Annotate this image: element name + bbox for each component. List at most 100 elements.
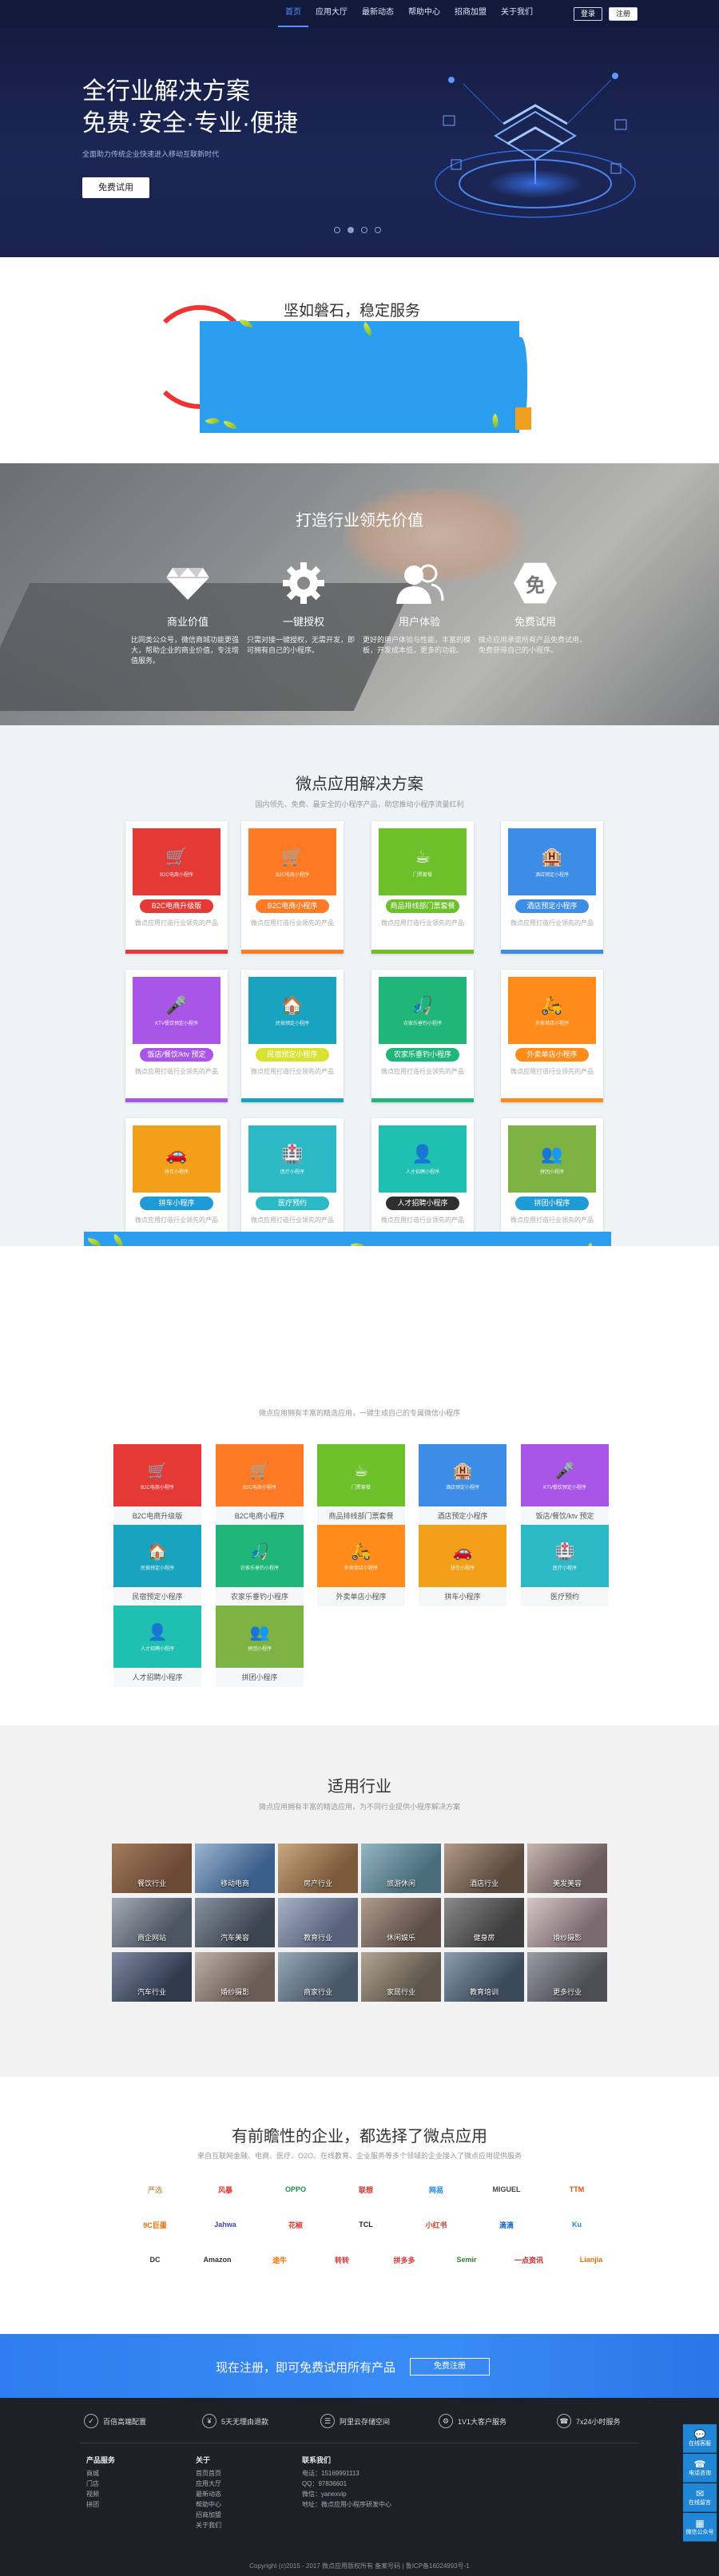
mini-app-card[interactable]: 🎣 农家乐垂钓小程序 农家乐垂钓小程序 [216, 1525, 304, 1606]
industry-label: 美发美容 [552, 1879, 582, 1887]
solution-card[interactable]: 🛵 外卖单店小程序 外卖单店小程序 微点应用打造行业领先的产品 [501, 970, 603, 1102]
mini-app-card[interactable]: 🏥 医疗小程序 医疗预约 [521, 1525, 609, 1606]
free-trial-button[interactable]: 免费试用 [82, 177, 149, 198]
industry-tile[interactable]: 休闲娱乐 [361, 1898, 441, 1947]
industry-tile[interactable]: 更多行业 [527, 1952, 607, 2002]
mini-app-image-caption: KTV餐饮预定小程序 [543, 1485, 586, 1490]
industry-label: 休闲娱乐 [386, 1934, 415, 1942]
industry-tile[interactable]: 美发美容 [527, 1844, 607, 1893]
industry-label: 教育行业 [303, 1934, 332, 1942]
nav-about[interactable]: 关于我们 [494, 0, 540, 27]
mini-app-card[interactable]: 🚗 拼车小程序 拼车小程序 [419, 1525, 506, 1606]
solution-card[interactable]: 🎤 KTV餐饮预定小程序 饭店/餐饮/ktv 预定 微点应用打造行业领先的产品 [125, 970, 228, 1102]
footer-link[interactable]: 首页首页 [196, 2468, 221, 2479]
card-label: B2C电商升级版 [140, 899, 213, 913]
mini-app-image-caption: 人才招聘小程序 [140, 1646, 174, 1652]
register-button[interactable]: 注册 [609, 7, 638, 21]
nav-help[interactable]: 帮助中心 [401, 0, 447, 27]
carousel-dot-active[interactable] [348, 227, 354, 233]
side-toolbar-icon: ▦ [695, 2517, 705, 2529]
industry-label: 移动电商 [220, 1879, 249, 1887]
footer-col-title: 产品服务 [86, 2456, 116, 2464]
card-image: 🛒 B2C电商小程序 [248, 828, 336, 895]
footer-link[interactable]: 应用大厅 [196, 2479, 221, 2489]
nav-news[interactable]: 最新动态 [355, 0, 401, 27]
industry-label: 汽车美容 [220, 1934, 249, 1942]
mini-app-card[interactable]: 🏠 民宿预定小程序 民宿预定小程序 [113, 1525, 201, 1606]
mini-app-card[interactable]: 👤 人才招聘小程序 人才招聘小程序 [113, 1606, 201, 1687]
login-button[interactable]: 登录 [574, 7, 603, 21]
mini-app-glyph-icon: 🛒 [249, 1462, 270, 1480]
card-image-caption: KTV餐饮预定小程序 [155, 1021, 198, 1026]
mini-app-card[interactable]: 🛒 B2C电商小程序 B2C电商升级版 [113, 1444, 201, 1526]
mini-app-label: 拼团小程序 [216, 1668, 304, 1687]
card-image: 🛵 外卖单店小程序 [508, 977, 596, 1044]
footer-link[interactable]: 关于我们 [196, 2520, 221, 2530]
users-icon [394, 558, 445, 609]
solution-card[interactable]: 🏠 民宿预定小程序 民宿预定小程序 微点应用打造行业领先的产品 [241, 970, 344, 1102]
side-toolbar-button[interactable]: ☎ 电话咨询 [683, 2454, 717, 2483]
side-toolbar-icon: ✉ [695, 2487, 705, 2499]
footer-link[interactable]: 招商加盟 [196, 2510, 221, 2520]
solution-card[interactable]: 🛒 B2C电商小程序 B2C电商升级版 微点应用打造行业领先的产品 [125, 821, 228, 954]
value-item-desc: 比同类公众号，微信商城功能更强大，帮助企业的商业价值，专注增值服务。 [131, 636, 240, 665]
industries-title: 适用行业 [328, 1778, 391, 1796]
industry-tile[interactable]: 汽车美容 [195, 1898, 275, 1947]
mini-app-card[interactable]: 🏨 酒店预定小程序 酒店预定小程序 [419, 1444, 506, 1526]
industry-tile[interactable]: 婚纱摄影 [195, 1952, 275, 2002]
industry-tile[interactable]: 婚纱摄影 [527, 1898, 607, 1947]
side-toolbar-button[interactable]: 💬 在线客服 [683, 2424, 717, 2453]
nav-home[interactable]: 首页 [278, 0, 308, 27]
carousel-dot[interactable] [375, 227, 381, 233]
footer-feature-text: 7x24小时服务 [576, 2417, 621, 2426]
side-toolbar-button[interactable]: ▦ 微信公众号 [683, 2513, 717, 2542]
value-item-ux: 用户体验 更好的用户体验与性能，丰富的模板，开发成本低，更多的功能。 [360, 558, 479, 656]
industry-tile[interactable]: 家居行业 [361, 1952, 441, 2002]
decor-orange-block [515, 407, 531, 430]
solution-card[interactable]: 🎣 农家乐垂钓小程序 农家乐垂钓小程序 微点应用打造行业领先的产品 [371, 970, 474, 1102]
industry-tile[interactable]: 商企网站 [112, 1898, 192, 1947]
nav-franchise[interactable]: 招商加盟 [447, 0, 494, 27]
diamond-icon [162, 558, 213, 609]
footer-feature: ⚙ 1V1大客户服务 [439, 2414, 506, 2428]
industries-section: 适用行业 微点应用拥有丰富的精选应用，为不同行业提供小程序解决方案 餐饮行业 移动… [0, 1725, 719, 2077]
industry-tile[interactable]: 房产行业 [278, 1844, 358, 1893]
footer-link[interactable]: 最新动态 [196, 2489, 221, 2499]
industry-label: 旅游休闲 [386, 1879, 415, 1887]
nav-app-hall[interactable]: 应用大厅 [308, 0, 355, 27]
industry-tile[interactable]: 酒店行业 [444, 1844, 524, 1893]
mini-app-card[interactable]: 🎤 KTV餐饮预定小程序 饭店/餐饮/ktv 预定 [521, 1444, 609, 1526]
industry-tile[interactable]: 旅游休闲 [361, 1844, 441, 1893]
footer-link[interactable]: 商城 [86, 2468, 115, 2479]
footer-link[interactable]: 帮助中心 [196, 2499, 221, 2510]
footer-link[interactable]: 拼团 [86, 2499, 115, 2510]
mini-app-card[interactable]: 👥 拼团小程序 拼团小程序 [216, 1606, 304, 1687]
solution-card[interactable]: ☕ 门票套餐 商品排线部门票套餐 微点应用打造行业领先的产品 [371, 821, 474, 954]
industry-tile[interactable]: 餐饮行业 [112, 1844, 192, 1893]
card-image-caption: 拼车小程序 [164, 1169, 189, 1175]
industry-tile[interactable]: 教育培训 [444, 1952, 524, 2002]
side-toolbar-button[interactable]: ✉ 在线留言 [683, 2483, 717, 2512]
free-register-button[interactable]: 免费注册 [410, 2358, 490, 2376]
copyright: Copyright (c)2015 - 2017 微点应用版权所有 备案号码 |… [249, 2562, 470, 2570]
carousel-dot[interactable] [334, 227, 340, 233]
mini-app-glyph-icon: 🎤 [554, 1462, 575, 1480]
solution-card[interactable]: 🏨 酒店预定小程序 酒店预定小程序 微点应用打造行业领先的产品 [501, 821, 603, 954]
footer-link[interactable]: 视频 [86, 2489, 115, 2499]
hero-title-line2: 免费·安全·专业·便捷 [82, 110, 298, 137]
card-desc: 微点应用打造行业领先的产品 [381, 919, 464, 927]
card-desc: 微点应用打造行业领先的产品 [135, 1217, 218, 1224]
value-title: 打造行业领先价值 [296, 512, 423, 530]
partner-logo: Amazon [203, 2256, 232, 2264]
carousel-dot[interactable] [361, 227, 367, 233]
industry-tile[interactable]: 汽车行业 [112, 1952, 192, 2002]
footer-link[interactable]: 门店 [86, 2479, 115, 2489]
solution-card[interactable]: 🛒 B2C电商小程序 B2C电商小程序 微点应用打造行业领先的产品 [241, 821, 344, 954]
industry-tile[interactable]: 健身房 [444, 1898, 524, 1947]
mini-app-card[interactable]: 🛵 外卖单店小程序 外卖单店小程序 [317, 1525, 405, 1606]
mini-app-card[interactable]: 🛒 B2C电商小程序 B2C电商小程序 [216, 1444, 304, 1526]
industry-tile[interactable]: 教育行业 [278, 1898, 358, 1947]
mini-app-card[interactable]: ☕ 门票套餐 商品排线部门票套餐 [317, 1444, 405, 1526]
industry-tile[interactable]: 商家行业 [278, 1952, 358, 2002]
industry-tile[interactable]: 移动电商 [195, 1844, 275, 1893]
